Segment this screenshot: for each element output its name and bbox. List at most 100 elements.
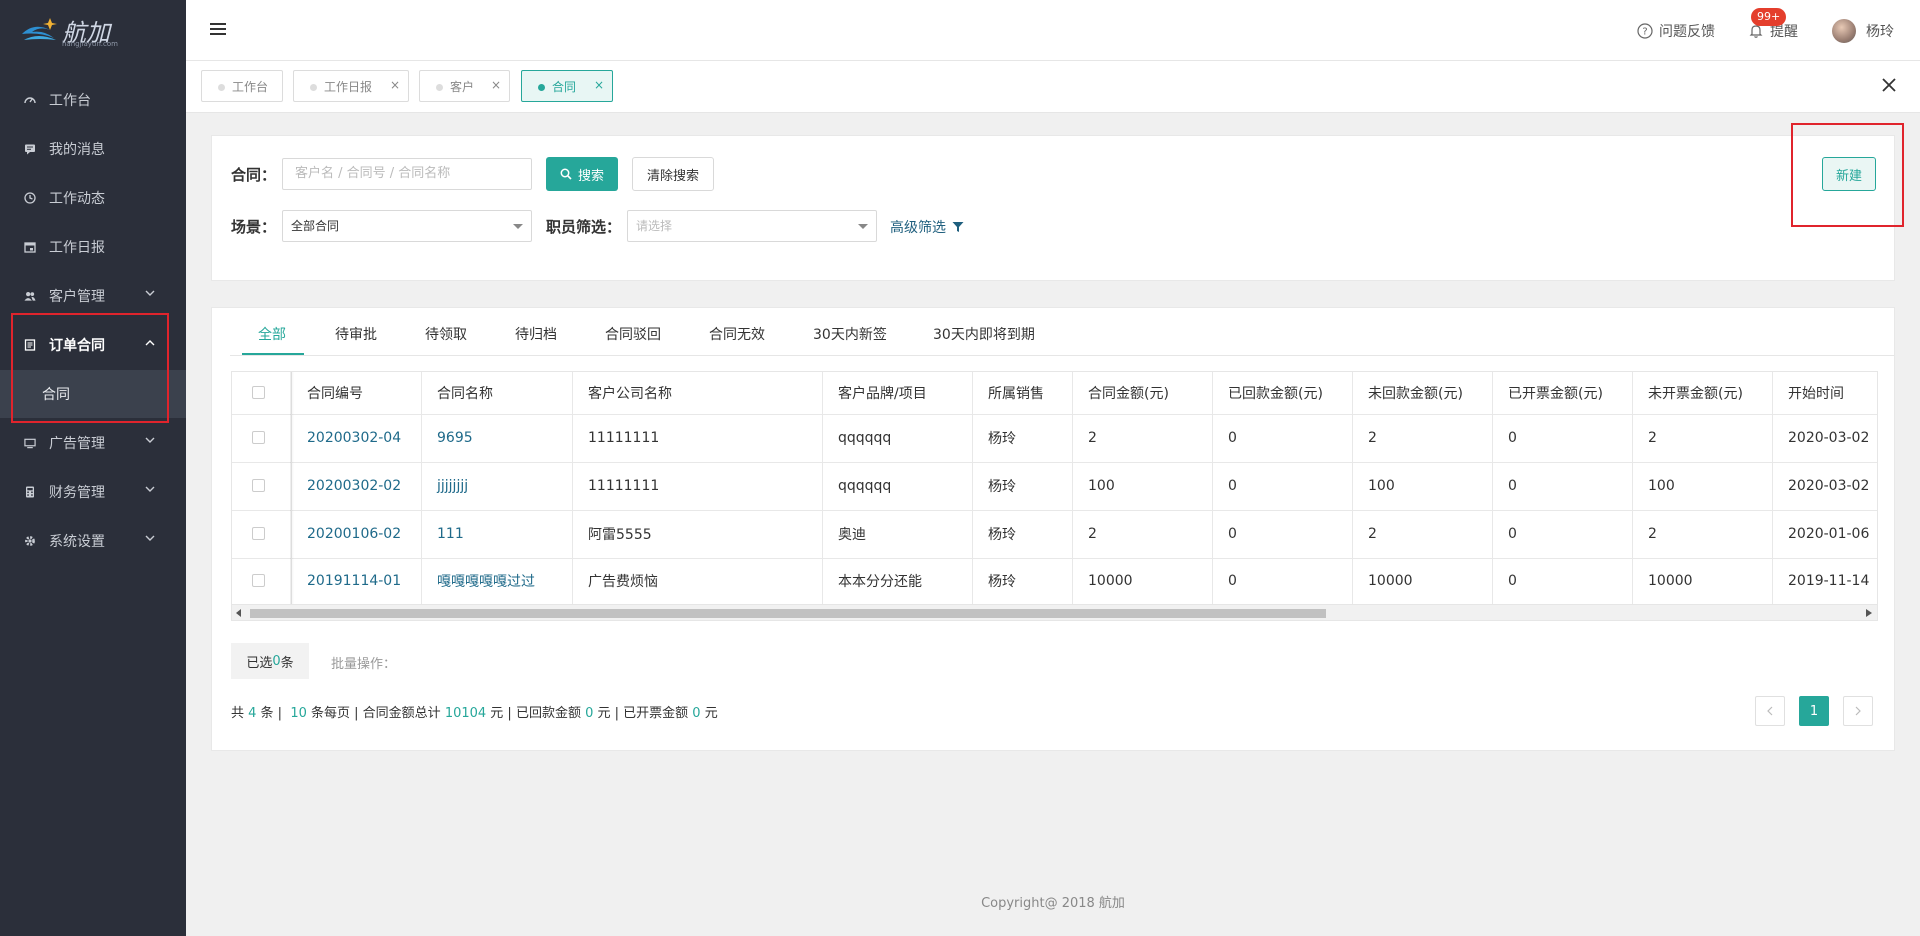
close-icon[interactable]: × (491, 78, 501, 92)
column-header-uninvoiced-amount[interactable]: 未开票金额(元) (1648, 372, 1743, 414)
cell-contract-no[interactable]: 20200302-04 (307, 414, 401, 462)
scrollbar-thumb[interactable] (250, 609, 1326, 618)
filter-tab-new-30d[interactable]: 30天内新签 (813, 324, 887, 344)
column-divider (972, 372, 973, 604)
scroll-left-icon[interactable] (236, 609, 242, 617)
sidebar-item-label: 订单合同 (49, 337, 105, 354)
filter-tab-pending-archive[interactable]: 待归档 (515, 324, 557, 344)
sidebar-item-label: 系统设置 (49, 533, 105, 550)
cell-company-name: 11111111 (588, 430, 660, 446)
cell-contract-name[interactable]: 111 (437, 510, 464, 558)
sidebar-item-ads[interactable]: 广告管理 (0, 418, 186, 467)
sidebar-item-customers[interactable]: 客户管理 (0, 271, 186, 320)
chevron-down-icon (145, 290, 155, 296)
tab-daily-report[interactable]: 工作日报 × (293, 70, 409, 102)
staff-select[interactable]: 请选择 (627, 210, 877, 242)
sidebar-item-finance[interactable]: 财务管理 (0, 467, 186, 516)
feedback-link[interactable]: ? 问题反馈 (1637, 0, 1715, 61)
cell-unreceived-amount: 100 (1368, 478, 1395, 494)
sidebar-item-messages[interactable]: 我的消息 (0, 124, 186, 173)
sidebar-item-label: 工作日报 (49, 239, 105, 256)
column-header-company-name[interactable]: 客户公司名称 (588, 372, 672, 414)
sidebar-item-orders-contracts[interactable]: 订单合同 (0, 320, 186, 369)
filter-tab-pending-claim[interactable]: 待领取 (425, 324, 467, 344)
column-header-received-amount[interactable]: 已回款金额(元) (1228, 372, 1323, 414)
clear-search-button[interactable]: 清除搜索 (632, 157, 714, 191)
cell-received-amount: 0 (1228, 573, 1237, 589)
horizontal-scrollbar[interactable] (232, 604, 1877, 620)
question-icon: ? (1637, 22, 1653, 39)
column-header-sales[interactable]: 所属销售 (988, 372, 1044, 414)
page-size[interactable]: 10 (290, 706, 307, 721)
cell-contract-name[interactable]: 嘎嘎嘎嘎嘎过过 (437, 558, 535, 604)
row-divider (232, 414, 1877, 415)
cell-contract-no[interactable]: 20200106-02 (307, 510, 401, 558)
row-checkbox[interactable] (252, 574, 265, 587)
cell-contract-name[interactable]: 9695 (437, 414, 473, 462)
tab-contracts[interactable]: 合同 × (521, 70, 613, 102)
sidebar-subitem-contracts[interactable]: 合同 (0, 370, 186, 418)
close-icon[interactable]: × (594, 78, 604, 92)
tab-status-dot (436, 84, 443, 91)
cell-invoiced-amount: 0 (1508, 430, 1517, 446)
cell-sales: 杨玲 (988, 479, 1016, 495)
tab-status-dot (218, 84, 225, 91)
column-header-start-date[interactable]: 开始时间 (1788, 372, 1844, 414)
table-body: 合同编号 合同名称 客户公司名称 客户品牌/项目 所属销售 合同金额(元) 已回款金额(元)… (232, 372, 1877, 604)
row-checkbox[interactable] (252, 431, 265, 444)
search-button[interactable]: 搜索 (546, 157, 618, 191)
tab-customers[interactable]: 客户 × (419, 70, 510, 102)
row-checkbox[interactable] (252, 527, 265, 540)
brand-domain: hangjiayun.com (62, 40, 118, 48)
user-name: 杨玲 (1866, 23, 1894, 40)
advanced-filter-link[interactable]: 高级筛选 (890, 217, 964, 237)
cell-sales: 杨玲 (988, 431, 1016, 447)
summary-text: 条 | (256, 706, 291, 721)
tab-label: 客户 (450, 79, 475, 94)
sidebar-item-activity[interactable]: 工作动态 (0, 173, 186, 222)
row-checkbox[interactable] (252, 479, 265, 492)
column-header-contract-amount[interactable]: 合同金额(元) (1088, 372, 1169, 414)
close-all-tabs-icon[interactable] (1882, 78, 1896, 92)
filter-tab-all[interactable]: 全部 (258, 324, 286, 344)
prev-page-button[interactable] (1755, 696, 1785, 726)
chevron-down-icon (145, 437, 155, 443)
summary-line: 共 4 条 | 10 条每页 | 合同金额总计 10104 元 | 已回款金额 … (231, 702, 718, 721)
tab-label: 合同 (552, 79, 577, 94)
search-input[interactable]: 客户名 / 合同号 / 合同名称 (282, 158, 532, 190)
page-number-button[interactable]: 1 (1799, 696, 1829, 726)
filter-tab-pending-approval[interactable]: 待审批 (335, 324, 377, 344)
column-header-contract-no[interactable]: 合同编号 (307, 372, 363, 414)
select-all-checkbox[interactable] (252, 386, 265, 399)
filter-tab-invalid[interactable]: 合同无效 (709, 324, 765, 344)
column-divider (1492, 372, 1493, 604)
cell-start-date: 2020-03-02 (1788, 478, 1870, 494)
cell-company-name: 11111111 (588, 478, 660, 494)
new-button[interactable]: 新建 (1822, 157, 1876, 191)
next-page-button[interactable] (1843, 696, 1873, 726)
sidebar-item-settings[interactable]: 系统设置 (0, 516, 186, 565)
filter-tab-expiring-30d[interactable]: 30天内即将到期 (933, 324, 1035, 344)
cell-contract-no[interactable]: 20191114-01 (307, 558, 401, 604)
sidebar-item-workbench[interactable]: 工作台 (0, 75, 186, 124)
column-header-unreceived-amount[interactable]: 未回款金额(元) (1368, 372, 1463, 414)
sidebar-item-daily-report[interactable]: 工作日报 (0, 222, 186, 271)
sidebar-item-label: 财务管理 (49, 484, 105, 501)
cell-start-date: 2020-03-02 (1788, 430, 1870, 446)
calendar-icon (24, 241, 36, 253)
message-icon (24, 143, 36, 155)
close-icon[interactable]: × (390, 78, 400, 92)
column-header-brand[interactable]: 客户品牌/项目 (838, 372, 927, 414)
tab-workbench[interactable]: 工作台 (201, 70, 283, 102)
column-header-invoiced-amount[interactable]: 已开票金额(元) (1508, 372, 1603, 414)
cell-company-name: 阿雷5555 (588, 527, 652, 543)
menu-toggle-icon[interactable] (210, 22, 226, 36)
column-header-contract-name[interactable]: 合同名称 (437, 372, 493, 414)
cell-uninvoiced-amount: 2 (1648, 526, 1657, 542)
user-menu[interactable]: 杨玲 (1832, 0, 1894, 61)
scroll-right-icon[interactable] (1866, 609, 1872, 617)
cell-contract-no[interactable]: 20200302-02 (307, 462, 401, 510)
cell-contract-name[interactable]: jjjjjjjj (437, 462, 468, 510)
scene-select[interactable]: 全部合同 (282, 210, 532, 242)
filter-tab-rejected[interactable]: 合同驳回 (605, 324, 661, 344)
